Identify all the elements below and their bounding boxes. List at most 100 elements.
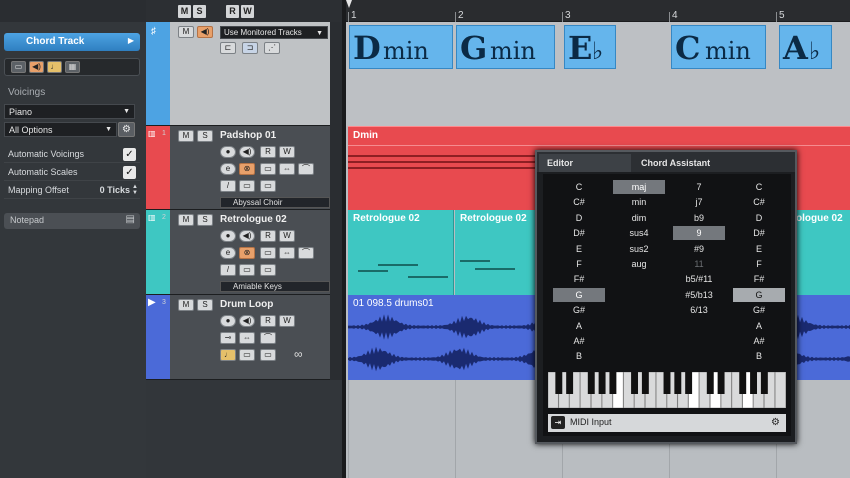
midi-input-icon[interactable]: ⇥	[551, 416, 565, 429]
roots-option[interactable]: F#	[553, 272, 605, 286]
roots-option[interactable]: E	[553, 242, 605, 256]
edit-instrument-icon[interactable]: e	[220, 163, 236, 175]
bass-option[interactable]: E	[733, 242, 785, 256]
bass-option[interactable]: G	[733, 287, 785, 302]
track-row-padshop[interactable]: ▥ 1 M S Padshop 01 ● ◀) R W e ⊗ ▭ ⇔ ⌒ / …	[146, 126, 342, 210]
gear-icon[interactable]: ⚙	[118, 122, 135, 137]
track-insert-slot[interactable]: Amiable Keys	[220, 281, 330, 292]
transpose-icon[interactable]: ⇔	[279, 247, 295, 259]
voicing-options-dropdown[interactable]: All Options ▼	[4, 122, 117, 137]
draw-icon[interactable]: /	[220, 180, 236, 192]
types-option[interactable]: min	[613, 195, 665, 209]
roots-option[interactable]: F	[553, 257, 605, 271]
track-write-button[interactable]: W	[279, 230, 295, 242]
chord-track-row[interactable]: ♯ M ◀) Use Monitored Tracks ▼ ⊏ ⊐ ⋰	[146, 22, 342, 126]
types-option[interactable]: dim	[613, 211, 665, 225]
chord-event[interactable]: G min	[456, 25, 555, 69]
settings-icon[interactable]: ⚙	[771, 417, 780, 428]
bass-option[interactable]: C	[733, 180, 785, 194]
tab-editor[interactable]: Editor	[539, 154, 631, 172]
folder-icon[interactable]: ▭	[239, 180, 255, 192]
folder-icon[interactable]: ▭	[239, 349, 255, 361]
track-solo-button[interactable]: S	[197, 130, 213, 142]
types-option[interactable]: sus2	[613, 242, 665, 256]
track-write-button[interactable]: W	[279, 146, 295, 158]
track-write-button[interactable]: W	[279, 315, 295, 327]
lane-icon[interactable]: ⊸	[220, 332, 236, 344]
chord-track-mute-button[interactable]: M	[178, 26, 194, 38]
automatic-scales-checkbox[interactable]: ✓	[123, 166, 136, 179]
edit-instrument-icon[interactable]: e	[220, 247, 236, 259]
monitor-icon[interactable]: ◀)	[29, 61, 44, 73]
mute-icon[interactable]: ▭	[11, 61, 26, 73]
lane-icon[interactable]: ▭	[260, 247, 276, 259]
draw-icon[interactable]: /	[220, 264, 236, 276]
bass-option[interactable]: F#	[733, 272, 785, 286]
bass-option[interactable]: B	[733, 349, 785, 363]
roots-option[interactable]: B	[553, 349, 605, 363]
record-enable-icon[interactable]: ●	[220, 230, 236, 242]
midi-input-label[interactable]: MIDI Input	[570, 417, 612, 427]
timebase-note-icon[interactable]: ♩	[220, 349, 236, 361]
record-enable-icon[interactable]: ●	[220, 315, 236, 327]
chord-event[interactable]: C min	[671, 25, 766, 69]
chord-track-source-dropdown[interactable]: Use Monitored Tracks ▼	[220, 26, 328, 39]
tensions-option[interactable]: #9	[673, 242, 725, 256]
chord-keyboard[interactable]	[547, 371, 786, 409]
playhead-marker-icon[interactable]	[346, 0, 352, 8]
track-mute-button[interactable]: M	[178, 299, 194, 311]
chord-event[interactable]: E ♭	[564, 25, 616, 69]
transpose-icon[interactable]: ⇔	[239, 332, 255, 344]
bass-option[interactable]: D#	[733, 226, 785, 240]
track-mute-button[interactable]: M	[178, 214, 194, 226]
track-solo-button[interactable]: S	[197, 214, 213, 226]
monitor-icon[interactable]: ◀)	[239, 315, 255, 327]
tensions-option[interactable]: 11	[673, 257, 725, 271]
tensions-option[interactable]: b9	[673, 211, 725, 225]
track-mute-button[interactable]: M	[178, 130, 194, 142]
track-name[interactable]: Drum Loop	[220, 299, 273, 310]
tensions-option[interactable]: #5/b13	[673, 288, 725, 302]
ruler[interactable]: 1 2 3 4 5	[346, 0, 850, 22]
tensions-option[interactable]: 9	[673, 226, 725, 241]
edit-icon[interactable]: ▦	[65, 61, 80, 73]
inspector-chord-track-header[interactable]: Chord Track ▶	[4, 33, 140, 51]
roots-option[interactable]: G	[553, 287, 605, 302]
bass-option[interactable]: G#	[733, 303, 785, 317]
midi-part-retrologue[interactable]: Retrologue 02	[455, 210, 535, 295]
chord-follow-icon[interactable]: ⊗	[239, 163, 255, 175]
transpose-icon[interactable]: ⇔	[279, 163, 295, 175]
tab-chord-assistant[interactable]: Chord Assistant	[633, 154, 793, 172]
tensions-option[interactable]: 6/13	[673, 303, 725, 317]
layout-icon[interactable]: ▭	[260, 180, 276, 192]
voicing-instrument-dropdown[interactable]: Piano ▼	[4, 104, 135, 119]
bass-option[interactable]: D	[733, 211, 785, 225]
freeze-icon[interactable]: ⌒	[260, 332, 276, 344]
roots-option[interactable]: C	[553, 180, 605, 194]
bass-option[interactable]: A	[733, 319, 785, 333]
track-read-button[interactable]: R	[260, 230, 276, 242]
record-enable-icon[interactable]: ●	[220, 146, 236, 158]
freeze-icon[interactable]: ⌒	[298, 163, 314, 175]
chord-track-voicing-icon[interactable]: ⊐	[242, 42, 258, 54]
track-row-retrologue[interactable]: ▥ 2 M S Retrologue 02 ● ◀) R W e ⊗ ▭ ⇔ ⌒…	[146, 210, 342, 295]
folder-icon[interactable]: ▭	[239, 264, 255, 276]
layout-icon[interactable]: ▭	[260, 349, 276, 361]
track-name[interactable]: Retrologue 02	[220, 214, 287, 225]
mapping-offset-value[interactable]: 0 Ticks	[100, 185, 130, 195]
tensions-option[interactable]: 7	[673, 180, 725, 194]
global-solo-button[interactable]: S	[193, 5, 206, 18]
notepad-section[interactable]: Notepad ▤	[4, 213, 140, 229]
monitor-icon[interactable]: ◀)	[239, 146, 255, 158]
automatic-voicings-checkbox[interactable]: ✓	[123, 148, 136, 161]
bass-option[interactable]: C#	[733, 195, 785, 209]
chord-event[interactable]: D min	[349, 25, 453, 69]
global-mute-button[interactable]: M	[178, 5, 191, 18]
midi-part-retrologue[interactable]: Retrologue 02	[348, 210, 454, 295]
bass-option[interactable]: A#	[733, 334, 785, 348]
track-read-button[interactable]: R	[260, 146, 276, 158]
bass-option[interactable]: F	[733, 257, 785, 271]
chord-track-monitor-icon[interactable]: ◀)	[197, 26, 213, 38]
lane-icon[interactable]: ▭	[260, 163, 276, 175]
chord-follow-icon[interactable]: ⊗	[239, 247, 255, 259]
